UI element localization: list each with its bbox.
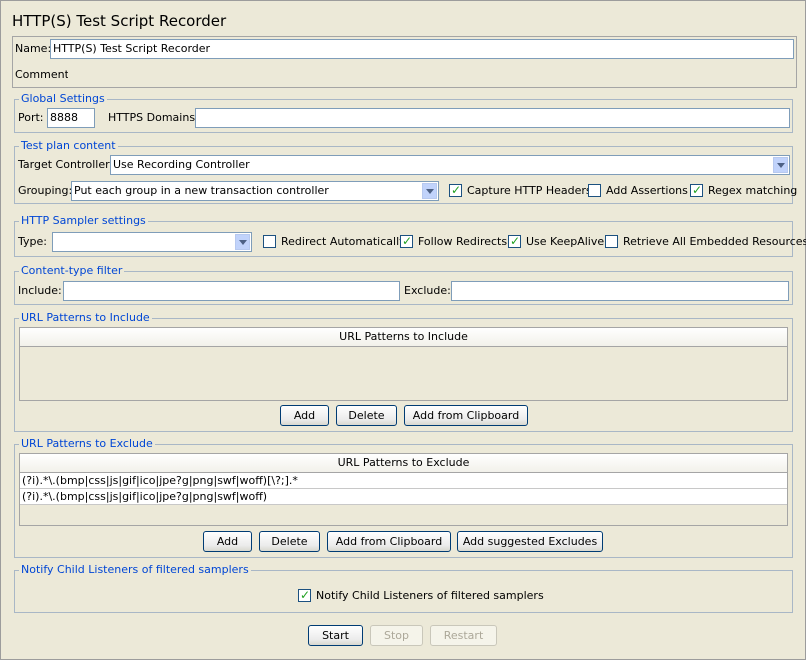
regex-matching-checkbox[interactable]: Regex matching: [690, 183, 798, 198]
type-select[interactable]: [52, 232, 252, 252]
retrieve-embedded-checkbox[interactable]: Retrieve All Embedded Resources: [605, 235, 806, 249]
target-controller-label: Target Controller:: [18, 158, 114, 171]
name-label: Name:: [15, 42, 52, 55]
grouping-value: Put each group in a new transaction cont…: [74, 184, 329, 197]
chevron-down-icon[interactable]: [773, 157, 788, 173]
notify-child-listeners-checkbox[interactable]: Notify Child Listeners of filtered sampl…: [298, 588, 544, 603]
comments-input[interactable]: [68, 64, 794, 84]
exclude-label: Exclude:: [404, 284, 451, 297]
url-exclude-table[interactable]: URL Patterns to Exclude (?i).*\.(bmp|css…: [19, 453, 788, 526]
notify-group: Notify Child Listeners of filtered sampl…: [14, 563, 793, 613]
panel-title: HTTP(S) Test Script Recorder: [12, 12, 227, 30]
exclude-delete-button[interactable]: Delete: [259, 531, 320, 552]
http-sampler-group: HTTP Sampler settings Type: Redirect Aut…: [14, 214, 806, 257]
port-input[interactable]: 8888: [47, 108, 95, 128]
global-settings-group: Global Settings Port: 8888 HTTPS Domains…: [14, 92, 793, 133]
include-add-clipboard-button[interactable]: Add from Clipboard: [404, 405, 528, 426]
content-type-filter-group: Content-type filter Include: Exclude:: [14, 264, 793, 305]
name-input[interactable]: HTTP(S) Test Script Recorder: [50, 39, 794, 59]
start-button[interactable]: Start: [308, 625, 363, 646]
include-delete-button[interactable]: Delete: [336, 405, 397, 426]
url-exclude-legend: URL Patterns to Exclude: [19, 437, 155, 451]
chevron-down-icon[interactable]: [235, 234, 250, 250]
include-input[interactable]: [63, 281, 400, 301]
redirect-automatically-label: Redirect Automatically: [281, 235, 406, 248]
port-label: Port:: [18, 111, 44, 124]
keepalive-label: Use KeepAlive: [526, 235, 605, 248]
global-settings-legend: Global Settings: [19, 92, 107, 106]
checkbox-checked-icon: [400, 234, 413, 248]
checkbox-unchecked-icon: [588, 184, 601, 197]
capture-headers-checkbox[interactable]: Capture HTTP Headers: [449, 183, 592, 198]
name-comments-box: Name: HTTP(S) Test Script Recorder Comme…: [12, 36, 797, 88]
add-suggested-excludes-button[interactable]: Add suggested Excludes: [457, 531, 603, 552]
exclude-add-button[interactable]: Add: [203, 531, 252, 552]
add-assertions-checkbox[interactable]: Add Assertions: [588, 184, 688, 198]
checkbox-unchecked-icon: [605, 235, 618, 248]
target-controller-value: Use Recording Controller: [113, 158, 250, 171]
target-controller-select[interactable]: Use Recording Controller: [110, 155, 790, 175]
url-include-table[interactable]: URL Patterns to Include: [19, 327, 788, 401]
table-row[interactable]: (?i).*\.(bmp|css|js|gif|ico|jpe?g|png|sw…: [20, 473, 787, 489]
grouping-select[interactable]: Put each group in a new transaction cont…: [71, 181, 439, 201]
chevron-down-icon[interactable]: [422, 183, 437, 199]
url-include-legend: URL Patterns to Include: [19, 311, 152, 325]
restart-button[interactable]: Restart: [430, 625, 497, 646]
url-exclude-header[interactable]: URL Patterns to Exclude: [20, 454, 787, 473]
exclude-add-clipboard-button[interactable]: Add from Clipboard: [327, 531, 451, 552]
test-plan-legend: Test plan content: [19, 139, 118, 153]
redirect-automatically-checkbox[interactable]: Redirect Automatically: [263, 235, 406, 249]
test-plan-group: Test plan content Target Controller: Use…: [14, 139, 797, 204]
notify-child-listeners-label: Notify Child Listeners of filtered sampl…: [316, 589, 544, 602]
content-type-filter-legend: Content-type filter: [19, 264, 125, 278]
url-exclude-group: URL Patterns to Exclude URL Patterns to …: [14, 437, 793, 558]
regex-matching-label: Regex matching: [708, 184, 798, 197]
keepalive-checkbox[interactable]: Use KeepAlive: [508, 234, 605, 249]
url-include-header[interactable]: URL Patterns to Include: [20, 328, 787, 347]
stop-button[interactable]: Stop: [370, 625, 423, 646]
notify-legend: Notify Child Listeners of filtered sampl…: [19, 563, 251, 577]
https-domains-input[interactable]: [195, 108, 790, 128]
follow-redirects-checkbox[interactable]: Follow Redirects: [400, 234, 508, 249]
http-sampler-legend: HTTP Sampler settings: [19, 214, 148, 228]
checkbox-checked-icon: [508, 234, 521, 248]
capture-headers-label: Capture HTTP Headers: [467, 184, 592, 197]
exclude-input[interactable]: [451, 281, 789, 301]
follow-redirects-label: Follow Redirects: [418, 235, 508, 248]
recorder-panel: HTTP(S) Test Script Recorder Name: HTTP(…: [0, 0, 806, 660]
url-include-group: URL Patterns to Include URL Patterns to …: [14, 311, 793, 432]
checkbox-unchecked-icon: [263, 235, 276, 248]
https-domains-label: HTTPS Domains :: [108, 111, 203, 124]
table-row[interactable]: (?i).*\.(bmp|css|js|gif|ico|jpe?g|png|sw…: [20, 489, 787, 505]
add-assertions-label: Add Assertions: [606, 184, 688, 197]
checkbox-checked-icon: [298, 588, 311, 602]
checkbox-checked-icon: [690, 183, 703, 197]
include-add-button[interactable]: Add: [280, 405, 329, 426]
retrieve-embedded-label: Retrieve All Embedded Resources: [623, 235, 806, 248]
include-label: Include:: [18, 284, 62, 297]
grouping-label: Grouping:: [18, 184, 73, 197]
type-label: Type:: [18, 235, 47, 248]
checkbox-checked-icon: [449, 183, 462, 197]
